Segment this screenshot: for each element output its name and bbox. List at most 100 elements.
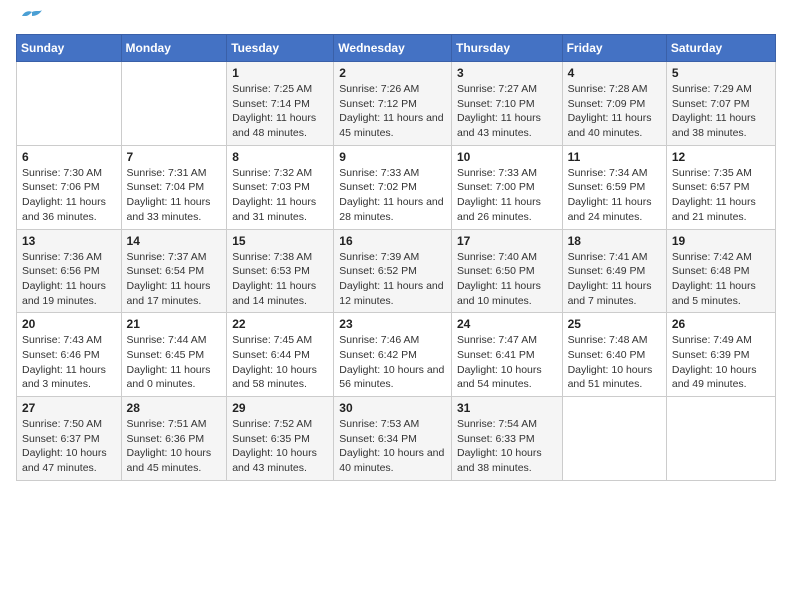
day-number: 16 [339,234,446,248]
weekday-header-sunday: Sunday [17,35,122,62]
day-number: 1 [232,66,328,80]
calendar-cell: 24 Sunrise: 7:47 AM Sunset: 6:41 PM Dayli… [451,313,562,397]
day-info: Sunrise: 7:27 AM Sunset: 7:10 PM Dayligh… [457,82,557,141]
calendar-cell: 27 Sunrise: 7:50 AM Sunset: 6:37 PM Dayli… [17,397,122,481]
day-number: 30 [339,401,446,415]
day-number: 29 [232,401,328,415]
weekday-header-saturday: Saturday [666,35,775,62]
calendar-cell: 29 Sunrise: 7:52 AM Sunset: 6:35 PM Dayli… [227,397,334,481]
day-info: Sunrise: 7:40 AM Sunset: 6:50 PM Dayligh… [457,250,557,309]
weekday-header-tuesday: Tuesday [227,35,334,62]
day-number: 9 [339,150,446,164]
calendar-cell: 31 Sunrise: 7:54 AM Sunset: 6:33 PM Dayli… [451,397,562,481]
day-number: 18 [568,234,661,248]
day-info: Sunrise: 7:45 AM Sunset: 6:44 PM Dayligh… [232,333,328,392]
day-number: 21 [127,317,222,331]
day-info: Sunrise: 7:44 AM Sunset: 6:45 PM Dayligh… [127,333,222,392]
calendar-week-row: 1 Sunrise: 7:25 AM Sunset: 7:14 PM Daylig… [17,62,776,146]
calendar-cell: 26 Sunrise: 7:49 AM Sunset: 6:39 PM Dayli… [666,313,775,397]
calendar-cell: 16Sunrise: 7:39 AM Sunset: 6:52 PM Dayli… [334,229,452,313]
day-info: Sunrise: 7:25 AM Sunset: 7:14 PM Dayligh… [232,82,328,141]
day-number: 23 [339,317,446,331]
day-number: 8 [232,150,328,164]
day-info: Sunrise: 7:46 AM Sunset: 6:42 PM Dayligh… [339,333,446,392]
calendar-cell: 23 Sunrise: 7:46 AM Sunset: 6:42 PM Dayli… [334,313,452,397]
calendar-week-row: 20 Sunrise: 7:43 AM Sunset: 6:46 PM Dayli… [17,313,776,397]
day-info: Sunrise: 7:48 AM Sunset: 6:40 PM Dayligh… [568,333,661,392]
page-header [16,16,776,24]
day-number: 3 [457,66,557,80]
day-info: Sunrise: 7:26 AM Sunset: 7:12 PM Dayligh… [339,82,446,141]
day-info: Sunrise: 7:29 AM Sunset: 7:07 PM Dayligh… [672,82,770,141]
calendar-cell [666,397,775,481]
calendar-cell: 10Sunrise: 7:33 AM Sunset: 7:00 PM Dayli… [451,145,562,229]
day-number: 14 [127,234,222,248]
day-number: 13 [22,234,116,248]
calendar-week-row: 13 Sunrise: 7:36 AM Sunset: 6:56 PM Dayli… [17,229,776,313]
calendar-cell: 14 Sunrise: 7:37 AM Sunset: 6:54 PM Dayli… [121,229,227,313]
day-info: Sunrise: 7:51 AM Sunset: 6:36 PM Dayligh… [127,417,222,476]
day-number: 6 [22,150,116,164]
day-info: Sunrise: 7:33 AM Sunset: 7:02 PM Dayligh… [339,166,446,225]
day-number: 25 [568,317,661,331]
calendar-cell: 21 Sunrise: 7:44 AM Sunset: 6:45 PM Dayli… [121,313,227,397]
calendar-cell: 11Sunrise: 7:34 AM Sunset: 6:59 PM Dayli… [562,145,666,229]
calendar-week-row: 27 Sunrise: 7:50 AM Sunset: 6:37 PM Dayli… [17,397,776,481]
calendar-cell: 30 Sunrise: 7:53 AM Sunset: 6:34 PM Dayli… [334,397,452,481]
day-number: 7 [127,150,222,164]
weekday-header-friday: Friday [562,35,666,62]
day-info: Sunrise: 7:37 AM Sunset: 6:54 PM Dayligh… [127,250,222,309]
calendar-week-row: 6 Sunrise: 7:30 AM Sunset: 7:06 PM Daylig… [17,145,776,229]
day-number: 4 [568,66,661,80]
day-number: 2 [339,66,446,80]
day-number: 26 [672,317,770,331]
day-info: Sunrise: 7:30 AM Sunset: 7:06 PM Dayligh… [22,166,116,225]
day-number: 5 [672,66,770,80]
day-number: 19 [672,234,770,248]
day-info: Sunrise: 7:49 AM Sunset: 6:39 PM Dayligh… [672,333,770,392]
day-number: 31 [457,401,557,415]
calendar-cell: 4 Sunrise: 7:28 AM Sunset: 7:09 PM Daylig… [562,62,666,146]
calendar-cell: 8 Sunrise: 7:32 AM Sunset: 7:03 PM Daylig… [227,145,334,229]
calendar-cell: 7 Sunrise: 7:31 AM Sunset: 7:04 PM Daylig… [121,145,227,229]
day-info: Sunrise: 7:43 AM Sunset: 6:46 PM Dayligh… [22,333,116,392]
day-info: Sunrise: 7:28 AM Sunset: 7:09 PM Dayligh… [568,82,661,141]
day-info: Sunrise: 7:42 AM Sunset: 6:48 PM Dayligh… [672,250,770,309]
day-number: 12 [672,150,770,164]
day-info: Sunrise: 7:36 AM Sunset: 6:56 PM Dayligh… [22,250,116,309]
day-info: Sunrise: 7:33 AM Sunset: 7:00 PM Dayligh… [457,166,557,225]
calendar-cell: 19 Sunrise: 7:42 AM Sunset: 6:48 PM Dayli… [666,229,775,313]
calendar-cell: 18 Sunrise: 7:41 AM Sunset: 6:49 PM Dayli… [562,229,666,313]
day-number: 11 [568,150,661,164]
weekday-header-monday: Monday [121,35,227,62]
calendar-cell: 9 Sunrise: 7:33 AM Sunset: 7:02 PM Daylig… [334,145,452,229]
day-info: Sunrise: 7:52 AM Sunset: 6:35 PM Dayligh… [232,417,328,476]
day-number: 28 [127,401,222,415]
day-info: Sunrise: 7:50 AM Sunset: 6:37 PM Dayligh… [22,417,116,476]
day-info: Sunrise: 7:54 AM Sunset: 6:33 PM Dayligh… [457,417,557,476]
day-number: 24 [457,317,557,331]
day-number: 17 [457,234,557,248]
day-info: Sunrise: 7:53 AM Sunset: 6:34 PM Dayligh… [339,417,446,476]
calendar-cell [121,62,227,146]
weekday-header-wednesday: Wednesday [334,35,452,62]
day-info: Sunrise: 7:35 AM Sunset: 6:57 PM Dayligh… [672,166,770,225]
calendar-cell: 5 Sunrise: 7:29 AM Sunset: 7:07 PM Daylig… [666,62,775,146]
calendar-cell: 12 Sunrise: 7:35 AM Sunset: 6:57 PM Dayli… [666,145,775,229]
calendar-cell: 6 Sunrise: 7:30 AM Sunset: 7:06 PM Daylig… [17,145,122,229]
weekday-header-row: SundayMondayTuesdayWednesdayThursdayFrid… [17,35,776,62]
day-info: Sunrise: 7:41 AM Sunset: 6:49 PM Dayligh… [568,250,661,309]
day-info: Sunrise: 7:31 AM Sunset: 7:04 PM Dayligh… [127,166,222,225]
calendar-cell: 13 Sunrise: 7:36 AM Sunset: 6:56 PM Dayli… [17,229,122,313]
day-info: Sunrise: 7:47 AM Sunset: 6:41 PM Dayligh… [457,333,557,392]
logo [16,16,42,24]
calendar-cell: 22Sunrise: 7:45 AM Sunset: 6:44 PM Dayli… [227,313,334,397]
day-number: 27 [22,401,116,415]
day-info: Sunrise: 7:38 AM Sunset: 6:53 PM Dayligh… [232,250,328,309]
day-number: 20 [22,317,116,331]
calendar-cell: 20 Sunrise: 7:43 AM Sunset: 6:46 PM Dayli… [17,313,122,397]
day-info: Sunrise: 7:32 AM Sunset: 7:03 PM Dayligh… [232,166,328,225]
weekday-header-thursday: Thursday [451,35,562,62]
calendar-cell: 28 Sunrise: 7:51 AM Sunset: 6:36 PM Dayli… [121,397,227,481]
calendar-table: SundayMondayTuesdayWednesdayThursdayFrid… [16,34,776,481]
